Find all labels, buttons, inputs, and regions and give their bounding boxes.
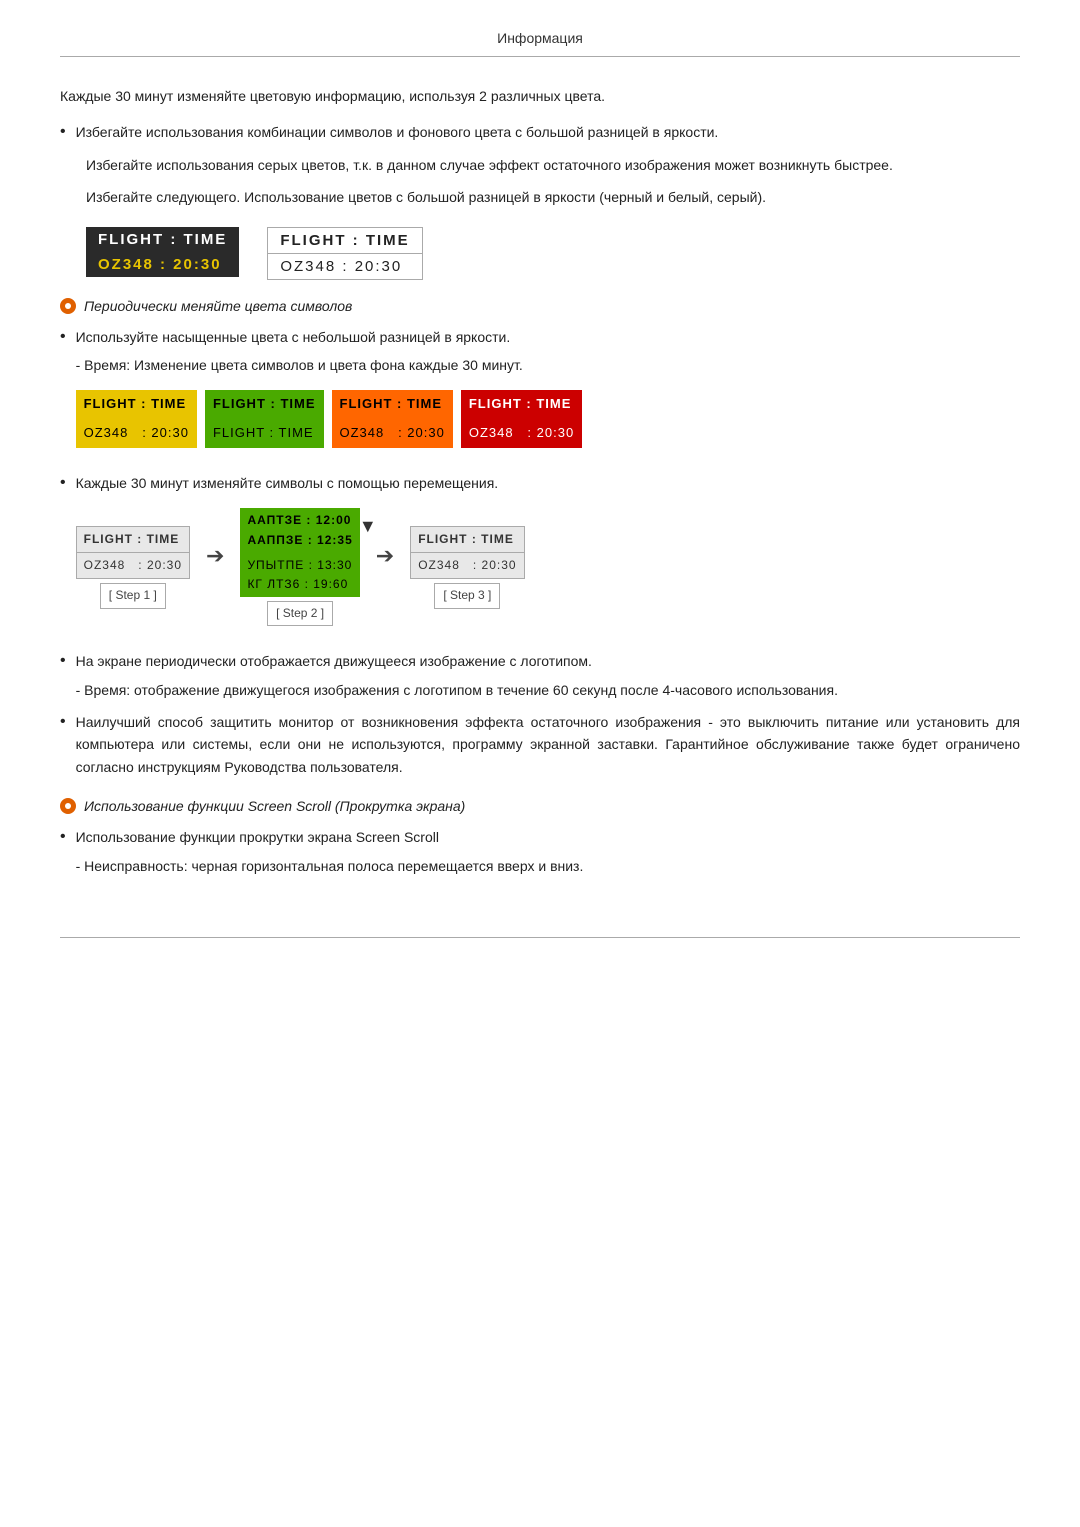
flight-green-row2: FLIGHT : TIME (205, 419, 324, 448)
para1-text: Каждые 30 минут изменяйте цветовую инфор… (60, 88, 605, 104)
flight-box-dark-row1: FLIGHT : TIME (86, 227, 239, 252)
bullet-dot-3: • (60, 474, 66, 492)
bullet-dot-1: • (60, 123, 66, 141)
flight-box-yellow: FLIGHT : TIME OZ348 : 20:30 (76, 390, 197, 448)
flight-box-dark-inner: FLIGHT : TIME OZ348 : 20:30 (86, 227, 239, 277)
bullet-content-1: Избегайте использования комбинации симво… (76, 121, 1020, 143)
bullet2-text: Используйте насыщенные цвета с небольшой… (76, 329, 511, 345)
step2-row2: УПЫТПЕ : 13:30КГ ЛТЗ6 : 19:60 (240, 553, 359, 597)
flight-orange-row1: FLIGHT : TIME (332, 390, 453, 419)
flight-row-4-colors: FLIGHT : TIME OZ348 : 20:30 FLIGHT : TIM… (76, 390, 1020, 448)
flight-yellow-row1: FLIGHT : TIME (76, 390, 197, 419)
bullet-item-5: • Наилучший способ защитить монитор от в… (60, 711, 1020, 778)
flight-box-light-row2: OZ348 : 20:30 (267, 253, 422, 280)
step2-flight-box: ААПТЗЕ : 12:00ААППЗЕ : 12:35 ▼ УПЫТПЕ : … (240, 508, 359, 597)
bullet6-text: Использование функции прокрутки экрана S… (76, 829, 439, 845)
dash3-block: - Неисправность: черная горизонтальная п… (76, 855, 1020, 877)
step1-row1: FLIGHT : TIME (76, 526, 190, 552)
dash3-text: - Неисправность: черная горизонтальная п… (76, 858, 584, 874)
bullet-item-3: • Каждые 30 минут изменяйте символы с по… (60, 472, 1020, 640)
step1-label: [ Step 1 ] (100, 583, 166, 608)
down-arrow-icon: ▼ (359, 512, 378, 541)
flight-red-row1: FLIGHT : TIME (461, 390, 582, 419)
section-heading-2: Использование функции Screen Scroll (Про… (60, 798, 1020, 814)
bullet-dot-5: • (60, 713, 66, 731)
flight-box-light-inner: FLIGHT : TIME OZ348 : 20:30 (267, 227, 422, 280)
step3-label: [ Step 3 ] (434, 583, 500, 608)
bullet-content-4: На экране периодически отображается движ… (76, 650, 1020, 701)
flight-box-red: FLIGHT : TIME OZ348 : 20:30 (461, 390, 582, 448)
bullet-content-2: Используйте насыщенные цвета с небольшой… (76, 326, 1020, 462)
bullet-content-6: Использование функции прокрутки экрана S… (76, 826, 1020, 877)
arrow-right-icon-2: ➔ (376, 538, 394, 573)
dash1-block: - Время: Изменение цвета символов и цвет… (76, 354, 1020, 376)
step3-flight-inner: FLIGHT : TIME OZ348 : 20:30 (410, 526, 524, 579)
bullet-item-6: • Использование функции прокрутки экрана… (60, 826, 1020, 877)
bullet-item-1: • Избегайте использования комбинации сим… (60, 121, 1020, 143)
step2-label: [ Step 2 ] (267, 601, 333, 626)
step2-box: ААПТЗЕ : 12:00ААППЗЕ : 12:35 ▼ УПЫТПЕ : … (240, 508, 359, 626)
step2-row1: ААПТЗЕ : 12:00ААППЗЕ : 12:35 ▼ (240, 508, 359, 552)
bullet3-text: Каждые 30 минут изменяйте символы с помо… (76, 475, 499, 491)
steps-demo: FLIGHT : TIME OZ348 : 20:30 [ Step 1 ] ➔… (76, 508, 1020, 626)
step1-box: FLIGHT : TIME OZ348 : 20:30 [ Step 1 ] (76, 526, 190, 609)
bullet-dot-2: • (60, 328, 66, 346)
step1-flight-inner: FLIGHT : TIME OZ348 : 20:30 (76, 526, 190, 579)
bullet-dot-6: • (60, 828, 66, 846)
bullet-content-3: Каждые 30 минут изменяйте символы с помо… (76, 472, 1020, 640)
dash2-block: - Время: отображение движущегося изображ… (76, 679, 1020, 701)
paragraph-1: Каждые 30 минут изменяйте цветовую инфор… (60, 85, 1020, 107)
bullet-item-2: • Используйте насыщенные цвета с небольш… (60, 326, 1020, 462)
flight-yellow-row2: OZ348 : 20:30 (76, 419, 197, 448)
bullet1-text: Избегайте использования комбинации симво… (76, 124, 719, 140)
flight-red-row2: OZ348 : 20:30 (461, 419, 582, 448)
dash1-text: - Время: Изменение цвета символов и цвет… (76, 357, 523, 373)
section-heading-1: Периодически меняйте цвета символов (60, 298, 1020, 314)
page-header: Информация (60, 30, 1020, 57)
step1-row2: OZ348 : 20:30 (76, 552, 190, 579)
orange-circle-icon-2 (60, 798, 76, 814)
bullet-dot-4: • (60, 652, 66, 670)
bullet-item-4: • На экране периодически отображается дв… (60, 650, 1020, 701)
indent-para-2: Избегайте следующего. Использование цвет… (86, 186, 1020, 208)
flight-orange-row2: OZ348 : 20:30 (332, 419, 453, 448)
flight-box-light: FLIGHT : TIME OZ348 : 20:30 (267, 227, 422, 280)
indent-para-1: Избегайте использования серых цветов, т.… (86, 154, 1020, 176)
flight-box-dark: FLIGHT : TIME OZ348 : 20:30 (86, 227, 239, 277)
flight-box-dark-row2: OZ348 : 20:30 (86, 252, 239, 277)
footer-divider (60, 937, 1020, 938)
step3-box: FLIGHT : TIME OZ348 : 20:30 [ Step 3 ] (410, 526, 524, 609)
orange-circle-icon (60, 298, 76, 314)
flight-box-orange: FLIGHT : TIME OZ348 : 20:30 (332, 390, 453, 448)
bullet5-text: Наилучший способ защитить монитор от воз… (76, 714, 1020, 775)
step3-row2: OZ348 : 20:30 (410, 552, 524, 579)
flight-box-light-row1: FLIGHT : TIME (267, 227, 422, 253)
dash2-text: - Время: отображение движущегося изображ… (76, 682, 838, 698)
step2-flight-wrapper: ААПТЗЕ : 12:00ААППЗЕ : 12:35 ▼ УПЫТПЕ : … (240, 508, 359, 597)
section1-heading-text: Периодически меняйте цвета символов (84, 298, 352, 314)
bullet-content-5: Наилучший способ защитить монитор от воз… (76, 711, 1020, 778)
flight-box-green: FLIGHT : TIME FLIGHT : TIME (205, 390, 324, 448)
flight-green-row1: FLIGHT : TIME (205, 390, 324, 419)
section2-heading-text: Использование функции Screen Scroll (Про… (84, 798, 465, 814)
bullet4-text: На экране периодически отображается движ… (76, 653, 592, 669)
step3-row1: FLIGHT : TIME (410, 526, 524, 552)
header-title: Информация (497, 30, 583, 46)
indent-block-1: Избегайте использования серых цветов, т.… (86, 154, 1020, 280)
page: Информация Каждые 30 минут изменяйте цве… (0, 0, 1080, 998)
arrow-right-icon-1: ➔ (206, 538, 224, 573)
flight-demo-bad: FLIGHT : TIME OZ348 : 20:30 FLIGHT : TIM… (86, 227, 1020, 280)
